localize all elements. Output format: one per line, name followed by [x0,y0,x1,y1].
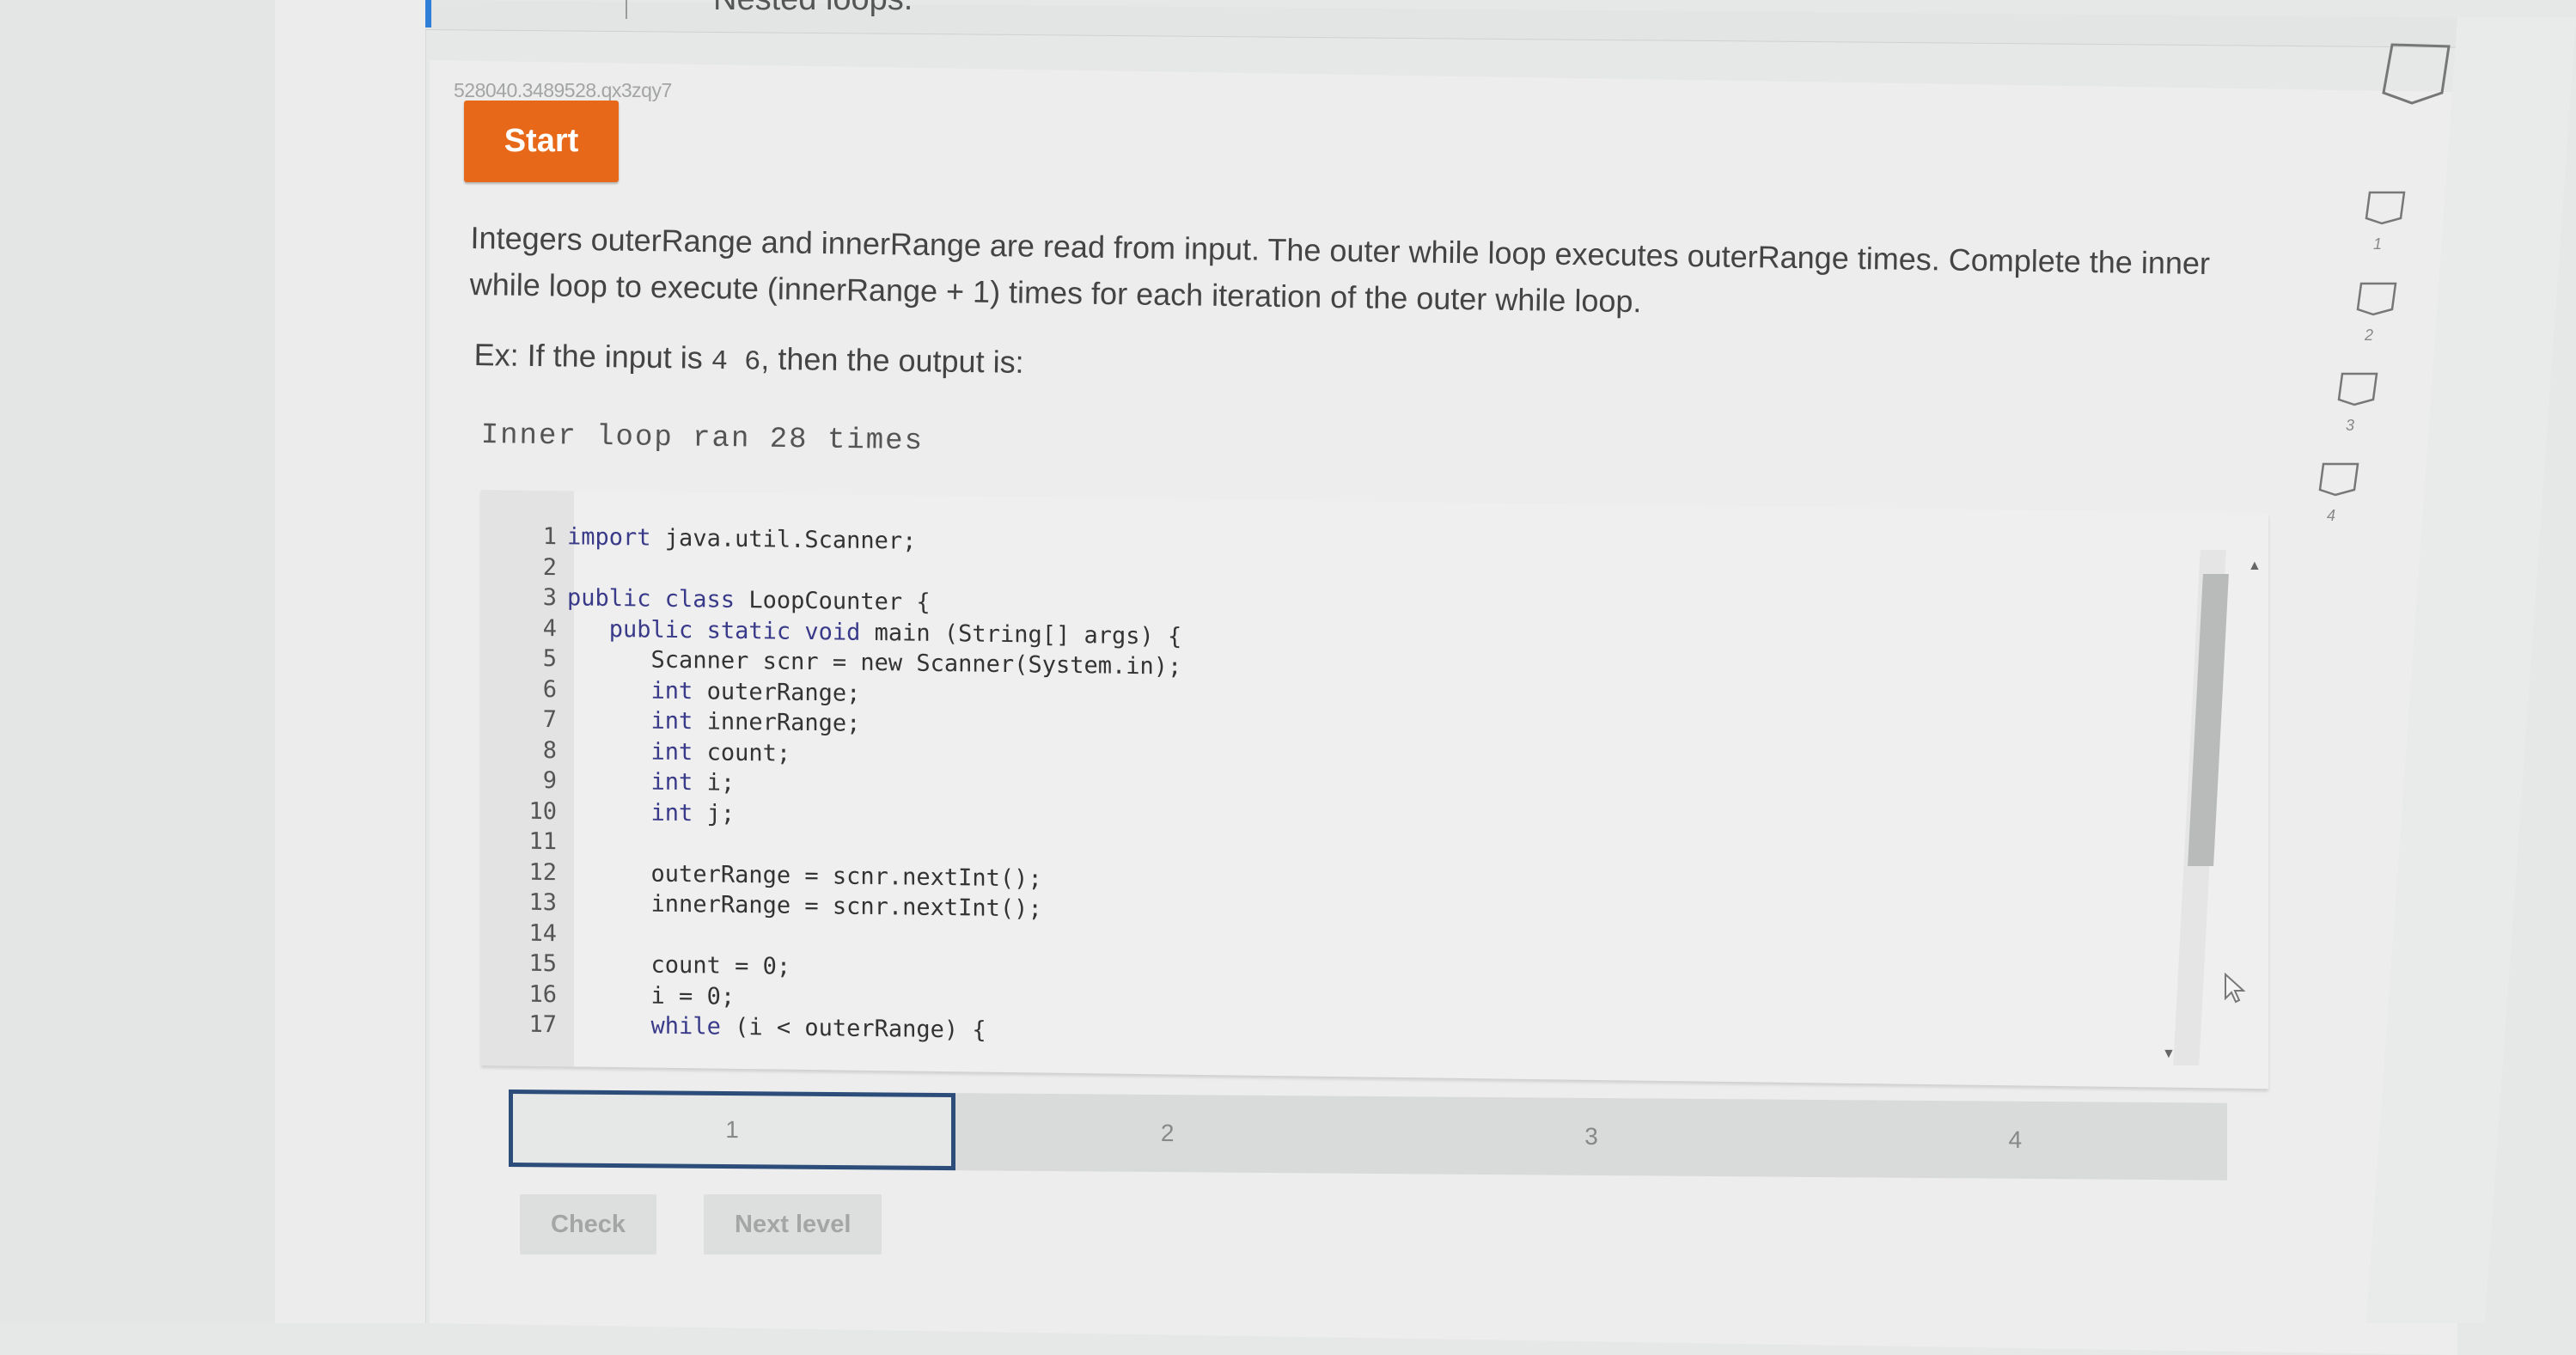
code-text[interactable]: i = 0; [567,980,736,1012]
line-number: 14 [528,919,557,947]
code-keyword: int [650,799,693,827]
section-title: Nested loops. [713,0,913,18]
code-rest: j; [693,799,736,827]
line-number: 16 [528,980,557,1008]
code-rest: outerRange; [693,677,861,707]
example-suffix: , then the output is: [760,340,1024,380]
level-badge-number: 2 [2365,327,2374,344]
code-rest: count; [693,738,791,767]
line-number: 13 [528,888,557,917]
scroll-up-arrow-icon[interactable]: ▲ [2248,558,2262,574]
level-step-1[interactable]: 1 [509,1089,955,1171]
level-badge-number: 1 [2373,235,2383,253]
mouse-pointer-icon [2224,972,2249,1011]
line-number: 6 [542,675,557,703]
level-badge-icon [2356,282,2397,324]
overall-progress-badge-icon [2382,41,2451,123]
level-badge-number: 4 [2327,507,2336,524]
code-text[interactable]: count = 0; [567,949,791,982]
code-rest: i; [693,769,736,797]
level-badge-icon [2318,462,2359,504]
code-text[interactable]: import java.util.Scanner; [567,522,916,557]
line-number: 5 [542,644,557,673]
line-number: 8 [542,736,557,764]
code-rest: i = 0; [650,982,736,1010]
line-number: 9 [542,766,557,795]
code-lines[interactable]: 1 import java.util.Scanner; 2 3 public class… [481,521,2268,1063]
code-keyword: public static void [608,615,861,646]
desk-background [0,0,275,1323]
level-badge-icon [2365,191,2406,233]
line-number: 17 [528,1010,557,1039]
level-step-4[interactable]: 4 [1803,1099,2227,1181]
code-rest: Scanner scnr = new Scanner(System.in); [650,646,1182,681]
header-accent [425,0,431,27]
line-number: 10 [528,797,557,825]
line-number: 7 [542,705,557,734]
code-text[interactable]: int i; [567,766,736,798]
code-text[interactable]: innerRange = scnr.nextInt(); [567,888,1042,925]
line-number: 3 [542,583,557,612]
code-text[interactable]: int outerRange; [567,674,861,709]
code-text[interactable]: int innerRange; [567,705,861,739]
header-separator [626,0,627,19]
level-steps: 1234 [509,1089,2227,1181]
left-panel [275,0,426,1323]
expected-output: Inner loop ran 28 times [480,419,925,459]
next-level-button[interactable]: Next level [704,1194,882,1254]
line-number: 11 [528,827,557,856]
code-rest: innerRange; [693,708,861,737]
code-keyword: import [567,523,651,552]
code-rest: count = 0; [650,951,791,980]
line-number: 1 [542,522,557,551]
line-number: 12 [528,858,557,886]
code-rest: innerRange = scnr.nextInt(); [650,890,1042,923]
level-badge-icon [2337,372,2378,414]
line-number: 15 [528,949,557,978]
scroll-down-arrow-icon[interactable]: ▼ [2162,1047,2176,1062]
check-button[interactable]: Check [520,1194,657,1254]
example-input: 4 6 [711,345,761,378]
code-rest: main (String[] args) { [860,619,1182,650]
code-keyword: int [650,677,693,705]
code-keyword: public class [567,584,736,613]
start-button[interactable]: Start [464,101,619,182]
level-step-2[interactable]: 2 [955,1093,1380,1174]
code-text[interactable]: while (i < outerRange) { [567,1010,986,1046]
code-keyword: int [650,707,693,735]
code-editor[interactable]: 1 import java.util.Scanner; 2 3 public class… [481,490,2268,1089]
level-badge-number: 3 [2346,417,2355,434]
activity-id: 528040.3489528.qx3zqy7 [454,79,672,101]
code-keyword: int [650,768,693,797]
code-rest: (i < outerRange) { [720,1013,986,1044]
example-text: Ex: If the input is 4 6, then the output… [473,337,1024,381]
code-text[interactable]: int j; [567,797,736,829]
code-rest: outerRange = scnr.nextInt(); [650,860,1042,893]
code-keyword: while [650,1012,721,1041]
code-keyword: int [650,738,693,766]
line-number: 2 [542,553,557,581]
code-rest: java.util.Scanner; [650,524,917,555]
example-prefix: Ex: If the input is [473,337,712,375]
line-number: 4 [542,614,557,642]
level-step-3[interactable]: 3 [1379,1096,1804,1177]
action-buttons: Check Next level [520,1194,882,1254]
code-text[interactable]: public class LoopCounter { [567,583,931,618]
code-rest: LoopCounter { [735,586,931,616]
code-text[interactable]: int count; [567,735,791,769]
